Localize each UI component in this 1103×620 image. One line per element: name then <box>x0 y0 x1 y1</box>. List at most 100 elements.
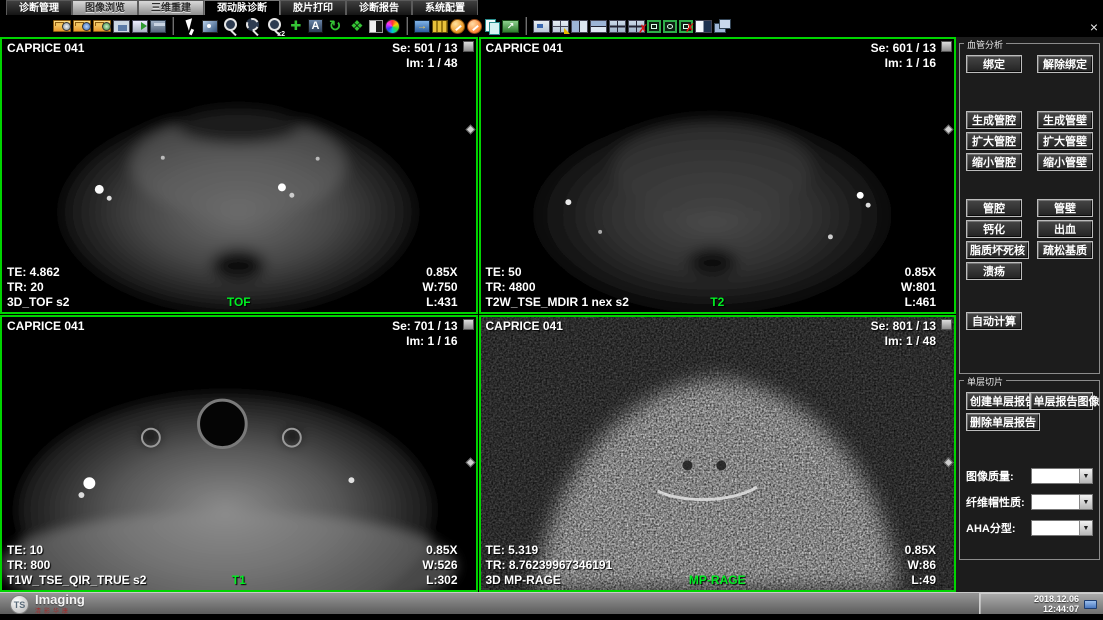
create-slice-report-button[interactable]: 创建单层报告 <box>966 392 1030 410</box>
unbind-button[interactable]: 解除绑定 <box>1037 55 1093 73</box>
copy-report-icon[interactable] <box>484 19 500 33</box>
image-quality-select[interactable]: ▼ <box>1031 468 1093 484</box>
delete-roi-icon[interactable]: ✗ <box>679 20 693 33</box>
invert-icon[interactable] <box>369 20 383 33</box>
te-value: TE: 5.319 <box>486 543 613 558</box>
measure-icon[interactable] <box>450 19 465 34</box>
series-info: Se: 701 / 13 Im: 1 / 16 <box>392 319 457 349</box>
lipid-necrotic-core-button[interactable]: 脂质坏死核 <box>966 241 1029 259</box>
status-date: 2018.12.06 <box>1034 594 1079 604</box>
viewport-grid: CAPRICE 041 Se: 501 / 13 Im: 1 / 48 TE: … <box>0 37 956 592</box>
te-value: TE: 50 <box>486 265 629 280</box>
viewport-scroll-thumb[interactable] <box>941 319 952 330</box>
archive-icon[interactable] <box>150 20 166 33</box>
slice-report-image-button[interactable]: 单层报告图像 <box>1030 392 1094 410</box>
tab-image-browse[interactable]: 图像浏览 <box>72 0 138 15</box>
window-value: W:801 <box>901 280 936 295</box>
tab-system-config[interactable]: 系统配置 <box>412 0 478 15</box>
patient-name: CAPRICE 041 <box>7 41 84 56</box>
window-value: W:750 <box>422 280 457 295</box>
aha-type-select[interactable]: ▼ <box>1031 520 1093 536</box>
zoom-2x-icon[interactable]: x2 <box>264 17 284 36</box>
viewport-scroll-thumb[interactable] <box>463 41 474 52</box>
bind-button[interactable]: 绑定 <box>966 55 1022 73</box>
save-image-icon[interactable]: ↗ <box>502 20 519 33</box>
edit-layout-icon[interactable] <box>552 20 569 33</box>
fibrous-cap-select-value <box>1032 495 1079 509</box>
circle-roi-icon[interactable] <box>663 20 677 33</box>
input-method-icon[interactable] <box>1084 600 1097 609</box>
vertical-split-icon[interactable] <box>571 20 588 33</box>
tr-value: TR: 20 <box>7 280 69 295</box>
tab-diagnosis-report[interactable]: 诊断报告 <box>346 0 412 15</box>
viewport-t1[interactable]: CAPRICE 041 Se: 701 / 13 Im: 1 / 16 TE: … <box>0 315 478 592</box>
worklist-icon[interactable] <box>113 20 130 33</box>
fit-screen-icon[interactable]: ❖ <box>347 17 367 36</box>
viewport-scroll-thumb[interactable] <box>941 41 952 52</box>
loose-matrix-button[interactable]: 疏松基质 <box>1037 241 1093 259</box>
pointer-tool-icon[interactable] <box>180 17 200 36</box>
mri-image-tof <box>2 39 476 312</box>
send-to-film-icon[interactable]: → <box>414 20 430 33</box>
toolbar-separator <box>406 17 408 35</box>
export-folder-icon[interactable] <box>93 20 111 32</box>
zoom-factor: 0.85X <box>422 265 457 280</box>
zoom-factor: 0.85X <box>905 543 936 558</box>
wall-button[interactable]: 管壁 <box>1037 199 1093 217</box>
grid-2x2-icon[interactable] <box>609 20 626 33</box>
tab-film-print[interactable]: 胶片打印 <box>280 0 346 15</box>
zoom-icon[interactable] <box>220 17 240 36</box>
brand-area: TS Imaging 清影华康 <box>10 594 85 615</box>
window-level-icon[interactable] <box>202 20 218 33</box>
calcification-button[interactable]: 钙化 <box>966 220 1022 238</box>
series-number: Se: 601 / 13 <box>871 41 936 56</box>
fibrous-cap-select-label: 纤维帽性质: <box>966 494 1025 510</box>
zoom-region-icon[interactable] <box>242 17 262 36</box>
angle-measure-icon[interactable] <box>467 19 482 34</box>
viewport-scroll-thumb[interactable] <box>463 319 474 330</box>
single-layout-icon[interactable] <box>533 20 550 33</box>
ts-logo-icon: TS <box>10 595 29 614</box>
patient-name: CAPRICE 041 <box>486 319 563 334</box>
refresh-icon[interactable]: ↻ <box>325 17 345 36</box>
color-palette-icon[interactable] <box>385 19 400 34</box>
spacer <box>962 283 1097 309</box>
delete-slice-report-button[interactable]: 删除单层报告 <box>966 413 1040 431</box>
generate-wall-button[interactable]: 生成管壁 <box>1037 111 1093 129</box>
clear-layout-icon[interactable]: ✗ <box>628 20 645 33</box>
import-folder-icon[interactable] <box>73 20 91 32</box>
image-quality-select-value <box>1032 469 1079 483</box>
text-annotation-icon[interactable]: A <box>308 19 323 33</box>
tr-value: TR: 800 <box>7 558 146 573</box>
viewport-mprage[interactable]: CAPRICE 041 Se: 801 / 13 Im: 1 / 48 TE: … <box>479 315 957 592</box>
shrink-wall-button[interactable]: 缩小管壁 <box>1037 153 1093 171</box>
viewport-t2[interactable]: CAPRICE 041 Se: 601 / 13 Im: 1 / 16 TE: … <box>479 37 957 314</box>
half-pane-icon[interactable] <box>695 20 712 33</box>
send-study-icon[interactable] <box>132 20 148 33</box>
cascade-windows-icon[interactable] <box>714 19 731 33</box>
open-folder-icon[interactable] <box>53 20 71 32</box>
close-icon[interactable]: × <box>1090 20 1098 34</box>
image-number: Im: 1 / 16 <box>392 334 457 349</box>
lumen-button[interactable]: 管腔 <box>966 199 1022 217</box>
square-roi-icon[interactable] <box>647 20 661 33</box>
horizontal-split-icon[interactable] <box>590 20 607 33</box>
tab-3d-reconstruction[interactable]: 三维重建 <box>138 0 204 15</box>
pan-icon[interactable]: ✚ <box>286 17 306 36</box>
film-cassette-icon[interactable] <box>432 20 448 33</box>
tab-carotid-diagnosis[interactable]: 颈动脉诊断 <box>204 0 280 15</box>
ulcer-button[interactable]: 溃疡 <box>966 262 1022 280</box>
expand-wall-button[interactable]: 扩大管壁 <box>1037 132 1093 150</box>
shrink-lumen-button[interactable]: 缩小管腔 <box>966 153 1022 171</box>
hemorrhage-button[interactable]: 出血 <box>1037 220 1093 238</box>
expand-lumen-button[interactable]: 扩大管腔 <box>966 132 1022 150</box>
generate-lumen-button[interactable]: 生成管腔 <box>966 111 1022 129</box>
tr-value: TR: 4800 <box>486 280 629 295</box>
viewport-tof[interactable]: CAPRICE 041 Se: 501 / 13 Im: 1 / 48 TE: … <box>0 37 478 314</box>
fibrous-cap-select[interactable]: ▼ <box>1031 494 1093 510</box>
te-value: TE: 4.862 <box>7 265 69 280</box>
window-value: W:86 <box>905 558 936 573</box>
tab-diagnosis-management[interactable]: 诊断管理 <box>6 0 72 15</box>
brand-name: Imaging <box>35 594 85 606</box>
auto-calculate-button[interactable]: 自动计算 <box>966 312 1022 330</box>
